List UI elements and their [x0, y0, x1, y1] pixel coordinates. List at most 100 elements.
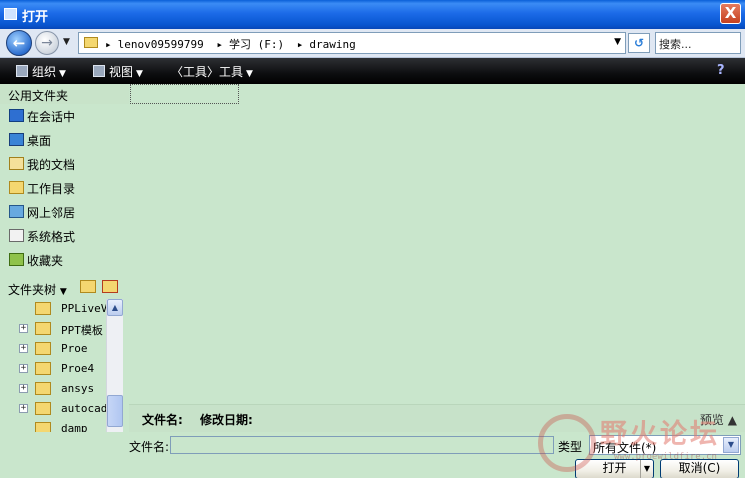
favorite-label: 在会话中 [27, 110, 76, 124]
views-menu[interactable]: 视图 ▼ [93, 63, 143, 80]
expand-icon[interactable]: + [19, 364, 28, 373]
folder-icon [35, 362, 51, 375]
folder-icon [35, 402, 51, 415]
preview-toggle[interactable]: 预览 ▲ [700, 411, 737, 428]
tree-item-label: PPT模板 [61, 324, 103, 337]
breadcrumb-arrow-icon: ▸ [216, 38, 223, 51]
close-button[interactable]: X [720, 3, 741, 24]
folder-icon [84, 37, 98, 48]
history-dropdown-icon[interactable]: ▼ [63, 37, 70, 47]
folder-icon [35, 302, 51, 315]
desktop-icon [9, 133, 24, 146]
open-button[interactable]: 打开 ▼ [575, 459, 654, 478]
tree-item-label: ansys [61, 382, 95, 395]
views-icon [93, 65, 105, 77]
favorite-label: 我的文档 [27, 158, 76, 172]
organize-icon [16, 65, 28, 77]
folder-icon [9, 181, 24, 194]
tree-item[interactable]: + Proe4 [0, 359, 106, 379]
type-label: 类型 [558, 440, 583, 454]
breadcrumb-item[interactable]: drawing [309, 38, 355, 51]
expand-icon[interactable]: + [19, 344, 28, 353]
open-button-label: 打开 [602, 461, 627, 475]
address-bar[interactable]: ▸ lenov09599799 ▸ 学习 (F:) ▸ drawing ▼ [78, 32, 626, 54]
organize-menu[interactable]: 组织 ▼ [16, 63, 66, 80]
favorite-item-documents[interactable]: 我的文档 [7, 153, 122, 175]
new-folder-icon[interactable] [80, 280, 96, 293]
scroll-up-icon[interactable]: ▲ [107, 299, 123, 316]
navigation-pane: 公用文件夹 在会话中 桌面 我的文档 工作目录 网上邻居 系统格式 收藏夹 文件… [0, 84, 129, 462]
chevron-down-icon: ▼ [246, 69, 253, 79]
tree-item-label: Proe4 [61, 362, 95, 375]
filename-field[interactable] [170, 436, 554, 454]
folder-icon [35, 322, 51, 335]
back-button[interactable]: ← [6, 30, 32, 56]
chevron-up-icon: ▲ [727, 413, 737, 427]
help-icon[interactable]: ? [717, 63, 733, 79]
folder-icon [35, 382, 51, 395]
scroll-thumb[interactable] [107, 395, 123, 427]
search-input[interactable]: 搜索... [655, 32, 741, 54]
organize-label: 组织 [32, 65, 57, 79]
tools-menu[interactable]: 〈工具〉工具 ▼ [171, 63, 253, 80]
favorite-item-working-dir[interactable]: 工作目录 [7, 177, 122, 199]
address-row: ← → ▼ ▸ lenov09599799 ▸ 学习 (F:) ▸ drawing ▼… [0, 29, 745, 58]
breadcrumb-arrow-icon: ▸ [105, 38, 112, 51]
network-icon [9, 205, 24, 218]
delete-folder-icon[interactable] [102, 280, 118, 293]
file-list-area[interactable] [129, 84, 745, 404]
forward-button[interactable]: → [35, 31, 59, 55]
chevron-down-icon[interactable]: ▼ [723, 437, 739, 453]
computer-icon [9, 109, 24, 122]
favorite-item-network[interactable]: 网上邻居 [7, 201, 122, 223]
tree-item[interactable]: PPLiveVi [0, 299, 106, 319]
tree-item-label: PPLiveVi [61, 302, 106, 315]
focus-rectangle [130, 84, 239, 104]
address-dropdown-icon[interactable]: ▼ [614, 37, 621, 47]
filename-label: 文件名: [129, 440, 170, 454]
expand-icon[interactable]: + [19, 324, 28, 333]
favorite-item-desktop[interactable]: 桌面 [7, 129, 122, 151]
tree-item[interactable]: + ansys [0, 379, 106, 399]
favorite-label: 桌面 [27, 134, 52, 148]
favorite-item-session[interactable]: 在会话中 [7, 105, 122, 127]
breadcrumb: ▸ lenov09599799 ▸ 学习 (F:) ▸ drawing [105, 36, 362, 52]
favorite-item-system[interactable]: 系统格式 [7, 225, 122, 247]
file-type-value: 所有文件(*) [593, 441, 657, 455]
tree-item[interactable]: + PPT模板 [0, 319, 106, 339]
preview-label: 预览 [699, 413, 724, 427]
chevron-down-icon: ▼ [136, 69, 143, 79]
favorite-label: 系统格式 [27, 230, 76, 244]
documents-icon [9, 157, 24, 170]
breadcrumb-item[interactable]: lenov09599799 [118, 38, 204, 51]
window-icon [4, 8, 17, 20]
column-name[interactable]: 文件名: [142, 411, 183, 428]
favorite-label: 工作目录 [27, 182, 76, 196]
favorite-item-favorites[interactable]: 收藏夹 [7, 249, 122, 271]
dialog-footer: 文件名: 类型 所有文件(*) ▼ 打开 ▼ 取消(C) [0, 432, 745, 478]
title-bar: 打开 X [0, 0, 745, 29]
tree-item[interactable]: + autocad [0, 399, 106, 419]
system-icon [9, 229, 24, 242]
refresh-icon[interactable]: ↺ [628, 33, 650, 53]
open-options-dropdown-icon[interactable]: ▼ [640, 460, 653, 478]
tree-item[interactable]: + Proe [0, 339, 106, 359]
tree-item-label: Proe [61, 342, 88, 355]
breadcrumb-item[interactable]: 学习 (F:) [229, 38, 284, 51]
chevron-down-icon: ▼ [59, 69, 66, 79]
file-type-select[interactable]: 所有文件(*) ▼ [589, 435, 741, 455]
expand-icon[interactable]: + [19, 384, 28, 393]
column-headers: 文件名: 修改日期: 预览 ▲ [129, 404, 745, 432]
chevron-down-icon: ▼ [59, 287, 67, 297]
expand-icon[interactable]: + [19, 404, 28, 413]
favorites-icon [9, 253, 24, 266]
favorite-label: 网上邻居 [27, 206, 76, 220]
tree-item-label: autocad [61, 402, 106, 415]
folder-icon [35, 342, 51, 355]
breadcrumb-arrow-icon: ▸ [296, 38, 304, 51]
tools-label: 〈工具〉工具 [171, 65, 244, 79]
views-label: 视图 [109, 65, 134, 79]
folder-tree-label: 文件夹树 [8, 283, 57, 297]
column-modified[interactable]: 修改日期: [200, 411, 253, 428]
cancel-button[interactable]: 取消(C) [660, 459, 739, 478]
